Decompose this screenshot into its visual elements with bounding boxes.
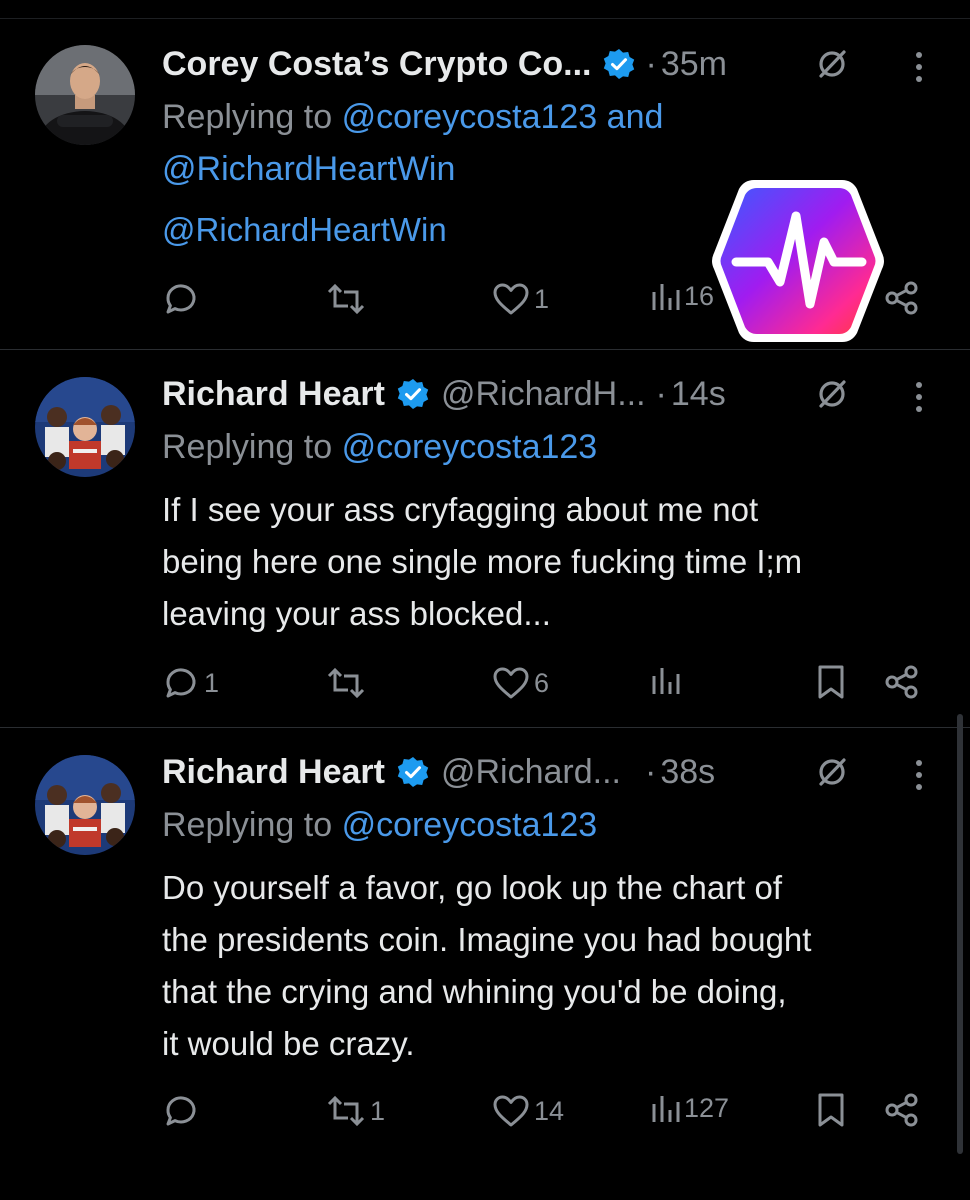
avatar-image [35,755,135,855]
verified-badge-icon [604,49,635,79]
share-button[interactable] [884,664,920,700]
mention-link[interactable]: @coreycosta123 [342,806,598,844]
reply-icon [166,668,196,698]
timestamp[interactable]: 14s [671,375,726,414]
tweet-text-line: that the crying and whining you'd be doi… [162,973,787,1010]
like-count: 14 [534,1095,565,1126]
share-icon [885,665,918,699]
replying-to-line: Replying to @coreycosta123 and [162,98,663,137]
repost-icon [327,283,365,315]
tweet-text-line: leaving your ass blocked... [162,595,551,632]
share-icon [885,1093,918,1127]
tweet-text-line: the presidents coin. Imagine you had bou… [162,921,812,958]
repost-button[interactable] [326,664,370,702]
tweet-body: If I see your ass cryfagging about me no… [162,484,952,640]
like-button[interactable]: 14 [492,1092,564,1130]
timestamp[interactable]: 35m [661,45,727,84]
like-button[interactable]: 6 [492,664,549,702]
separator-dot: · [655,374,667,413]
tweet-header: Richard Heart @RichardH... · 14s [162,372,726,416]
tweet-actions: 1 6 [0,664,970,704]
repost-count: 1 [370,1095,386,1126]
mention-link[interactable]: @RichardHeartWin [162,150,455,188]
reply-count: 1 [204,667,220,698]
tweet-text-line: being here one single more fucking time … [162,543,803,580]
avatar-image [35,45,135,145]
tweet-3[interactable]: Richard Heart @Richard... · 38s Replying… [0,728,970,1200]
repost-icon [327,1095,365,1127]
repost-button[interactable] [326,280,370,318]
verified-badge-icon [397,757,429,787]
views-button[interactable]: 127 [650,1092,729,1124]
bookmark-button[interactable] [816,1092,846,1128]
views-count: 127 [684,1092,730,1123]
avatar-image [35,377,135,477]
heart-icon [493,1095,529,1127]
like-count: 6 [534,667,550,698]
avatar[interactable] [35,377,135,477]
author-name[interactable]: Corey Costa’s Crypto Co... [162,45,591,84]
tweet-actions: 1 14 127 [0,1092,970,1132]
author-name[interactable]: Richard Heart [162,375,385,414]
like-button[interactable]: 1 [492,280,549,318]
tweet-text-line: it would be crazy. [162,1025,415,1062]
verified-badge-icon [397,379,429,409]
repost-button[interactable]: 1 [326,1092,385,1130]
views-icon [652,668,680,694]
more-options-icon[interactable] [914,382,924,418]
separator-dot: · [645,44,657,83]
replying-to-label: Replying to [162,98,333,136]
separator-dot: · [644,752,657,791]
reply-icon [166,1096,196,1126]
mention-link[interactable]: @coreycosta123 [342,428,598,466]
more-options-icon[interactable] [914,52,924,88]
avatar[interactable] [35,45,135,145]
scrollbar[interactable] [957,714,963,1154]
heart-icon [493,283,529,315]
tweet-header: Richard Heart @Richard... · 38s [162,750,715,794]
author-handle[interactable]: @Richard... [441,753,621,792]
mention-link[interactable]: @coreycosta123 [342,98,598,136]
tweet-text-line: Do yourself a favor, go look up the char… [162,869,783,906]
reply-icon [166,284,196,314]
and-link[interactable]: and [607,98,664,136]
bookmark-icon [818,665,844,699]
tweet-body: Do yourself a favor, go look up the char… [162,862,952,1070]
tweet-2[interactable]: Richard Heart @RichardH... · 14s Replyin… [0,350,970,727]
author-handle[interactable]: @RichardH... [441,375,646,414]
views-icon [652,284,680,310]
tweet-text-line: If I see your ass cryfagging about me no… [162,491,759,528]
replying-to-line: Replying to @coreycosta123 [162,806,597,845]
avatar[interactable] [35,755,135,855]
reply-button[interactable] [162,280,204,318]
bookmark-icon [818,1093,844,1127]
like-count: 1 [534,283,550,314]
replying-to-line-2: @RichardHeartWin [162,150,455,189]
grok-icon[interactable] [816,48,848,80]
reply-button[interactable] [162,1092,204,1130]
views-button[interactable]: 16 [650,280,714,312]
tweet-header: Corey Costa’s Crypto Co... · 35m [162,42,727,86]
grok-icon[interactable] [816,756,848,788]
replying-to-line: Replying to @coreycosta123 [162,428,597,467]
reply-button[interactable]: 1 [162,664,219,702]
heart-icon [493,667,529,699]
grok-icon[interactable] [816,378,848,410]
author-name[interactable]: Richard Heart [162,753,385,792]
more-options-icon[interactable] [914,760,924,796]
replying-to-label: Replying to [162,806,333,844]
views-button[interactable] [650,664,684,696]
bookmark-button[interactable] [816,664,846,700]
share-button[interactable] [884,1092,920,1128]
pulse-logo-icon [712,180,884,342]
replying-to-label: Replying to [162,428,333,466]
views-icon [652,1096,680,1122]
timestamp[interactable]: 38s [660,753,715,792]
repost-icon [327,667,365,699]
